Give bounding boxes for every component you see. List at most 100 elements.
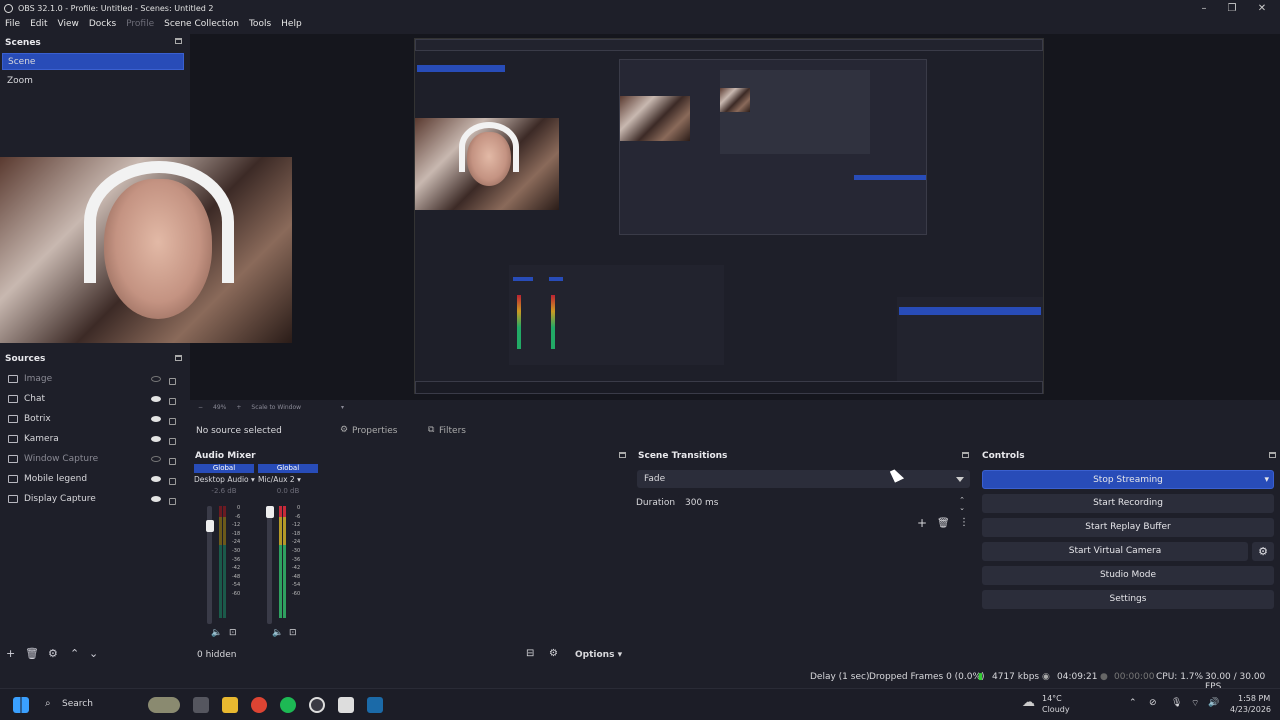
start-replay-buffer-button[interactable]: Start Replay Buffer — [982, 518, 1274, 537]
stop-streaming-button[interactable]: Stop Streaming ▾ — [982, 470, 1274, 489]
scene-item-scene[interactable]: Scene — [2, 53, 184, 70]
gear-icon[interactable]: ⚙ — [48, 647, 58, 660]
zoom-out-button[interactable]: − — [198, 404, 203, 411]
channel-name[interactable]: Desktop Audio ▾ — [194, 475, 255, 484]
undock-icon[interactable] — [619, 452, 626, 458]
lock-icon[interactable] — [169, 438, 176, 445]
undock-icon[interactable] — [962, 452, 969, 458]
network-icon[interactable]: ⊘ — [1149, 698, 1157, 708]
speaker-icon[interactable]: 🔈 — [272, 628, 283, 638]
menu-docks[interactable]: Docks — [89, 19, 116, 29]
menu-file[interactable]: File — [5, 19, 20, 29]
preview-canvas[interactable] — [190, 34, 1280, 400]
source-item-botrix[interactable]: Botrix — [0, 410, 187, 428]
move-up-icon[interactable]: ⌃ — [70, 647, 79, 660]
taskbar-search[interactable]: Search — [62, 699, 93, 709]
volume-slider-desktop[interactable] — [205, 506, 214, 624]
lock-icon[interactable] — [169, 378, 176, 385]
visibility-icon[interactable] — [151, 496, 161, 502]
undock-icon[interactable] — [1269, 452, 1276, 458]
obs-icon[interactable] — [309, 697, 325, 713]
file-explorer-icon[interactable] — [222, 697, 238, 713]
duration-input[interactable]: 300 ms ⌃ ⌄ — [678, 494, 970, 512]
chevron-down-icon[interactable]: ▾ — [1264, 471, 1269, 490]
zoom-in-button[interactable]: + — [236, 404, 241, 411]
menu-profile[interactable]: Profile — [126, 19, 154, 29]
close-icon[interactable]: ✕ — [1248, 0, 1276, 16]
properties-button[interactable]: Properties — [352, 426, 397, 436]
visibility-icon[interactable] — [151, 416, 161, 422]
tray-chevron-icon[interactable]: ⌃ — [1129, 698, 1137, 708]
visibility-icon[interactable] — [151, 396, 161, 402]
level-meter-mic — [283, 506, 286, 618]
visibility-off-icon[interactable] — [151, 376, 161, 382]
slider-handle[interactable] — [205, 520, 214, 532]
maximize-icon[interactable]: ❐ — [1218, 0, 1246, 16]
scene-item-zoom[interactable]: Zoom — [2, 73, 184, 90]
widgets-icon[interactable] — [148, 697, 180, 713]
monitor-icon — [8, 495, 18, 503]
spotify-icon[interactable] — [280, 697, 296, 713]
filters-button[interactable]: Filters — [439, 426, 466, 436]
minimize-icon[interactable]: – — [1190, 0, 1218, 16]
windows-start-icon[interactable] — [13, 697, 29, 713]
lock-icon[interactable] — [169, 398, 176, 405]
start-virtual-camera-button[interactable]: Start Virtual Camera — [982, 542, 1248, 561]
lock-icon[interactable] — [169, 418, 176, 425]
source-item-image[interactable]: Image — [0, 370, 187, 388]
task-view-icon[interactable] — [193, 697, 209, 713]
trash-icon[interactable]: 🗑 — [25, 647, 39, 660]
visibility-off-icon[interactable] — [151, 456, 161, 462]
record-time: 00:00:00 — [1114, 672, 1155, 682]
undock-icon[interactable] — [175, 355, 182, 361]
webcam-source[interactable] — [0, 157, 292, 343]
channel-name[interactable]: Mic/Aux 2 ▾ — [258, 475, 318, 484]
source-item-window-capture[interactable]: Window Capture — [0, 450, 187, 468]
lock-icon[interactable] — [169, 498, 176, 505]
gear-icon[interactable]: ⚙ — [549, 648, 558, 659]
chrome-icon[interactable] — [251, 697, 267, 713]
visibility-icon[interactable] — [151, 436, 161, 442]
steam-icon[interactable] — [367, 697, 383, 713]
layout-icon[interactable]: ⊟ — [526, 648, 534, 659]
clock-date[interactable]: 4/23/2026 — [1230, 705, 1271, 714]
source-item-display-capture[interactable]: Display Capture — [0, 490, 187, 508]
wifi-icon[interactable]: ⌔ — [1191, 698, 1199, 709]
source-item-kamera[interactable]: Kamera — [0, 430, 187, 448]
slider-handle[interactable] — [265, 506, 274, 518]
visibility-icon[interactable] — [151, 476, 161, 482]
lock-icon[interactable]: ⊡ — [289, 628, 297, 638]
search-icon[interactable]: ⌕ — [45, 698, 51, 709]
menu-scene-collection[interactable]: Scene Collection — [164, 19, 239, 29]
settings-button[interactable]: Settings — [982, 590, 1274, 609]
transition-select[interactable]: Fade — [637, 470, 970, 488]
scale-select[interactable]: Scale to Window — [251, 404, 301, 411]
more-icon[interactable]: ⋮ — [959, 517, 969, 528]
source-item-mobile-legend[interactable]: Mobile legend — [0, 470, 187, 488]
menu-edit[interactable]: Edit — [30, 19, 47, 29]
source-item-chat[interactable]: Chat — [0, 390, 187, 408]
add-icon[interactable]: + — [917, 516, 927, 530]
undock-icon[interactable] — [175, 38, 182, 44]
lock-icon[interactable] — [169, 458, 176, 465]
start-recording-button[interactable]: Start Recording — [982, 494, 1274, 513]
speaker-icon[interactable]: 🔈 — [211, 628, 222, 638]
mic-icon[interactable]: 🎙 — [1171, 698, 1182, 708]
add-icon[interactable]: + — [6, 647, 15, 660]
clock-time[interactable]: 1:58 PM — [1238, 694, 1270, 703]
chevron-down-icon[interactable]: ▾ — [341, 404, 344, 411]
app-icon[interactable] — [338, 697, 354, 713]
options-button[interactable]: Options ▾ — [575, 650, 622, 660]
volume-slider-mic[interactable] — [265, 506, 274, 624]
lock-icon[interactable]: ⊡ — [229, 628, 237, 638]
menu-view[interactable]: View — [58, 19, 79, 29]
move-down-icon[interactable]: ⌄ — [89, 647, 98, 660]
trash-icon[interactable]: 🗑 — [937, 518, 950, 529]
studio-mode-button[interactable]: Studio Mode — [982, 566, 1274, 585]
lock-icon[interactable] — [169, 478, 176, 485]
menu-tools[interactable]: Tools — [249, 19, 271, 29]
virtual-camera-gear-icon[interactable]: ⚙ — [1252, 542, 1274, 561]
menu-help[interactable]: Help — [281, 19, 302, 29]
spin-down-icon[interactable]: ⌄ — [959, 499, 965, 517]
volume-icon[interactable]: 🔊 — [1208, 698, 1219, 708]
